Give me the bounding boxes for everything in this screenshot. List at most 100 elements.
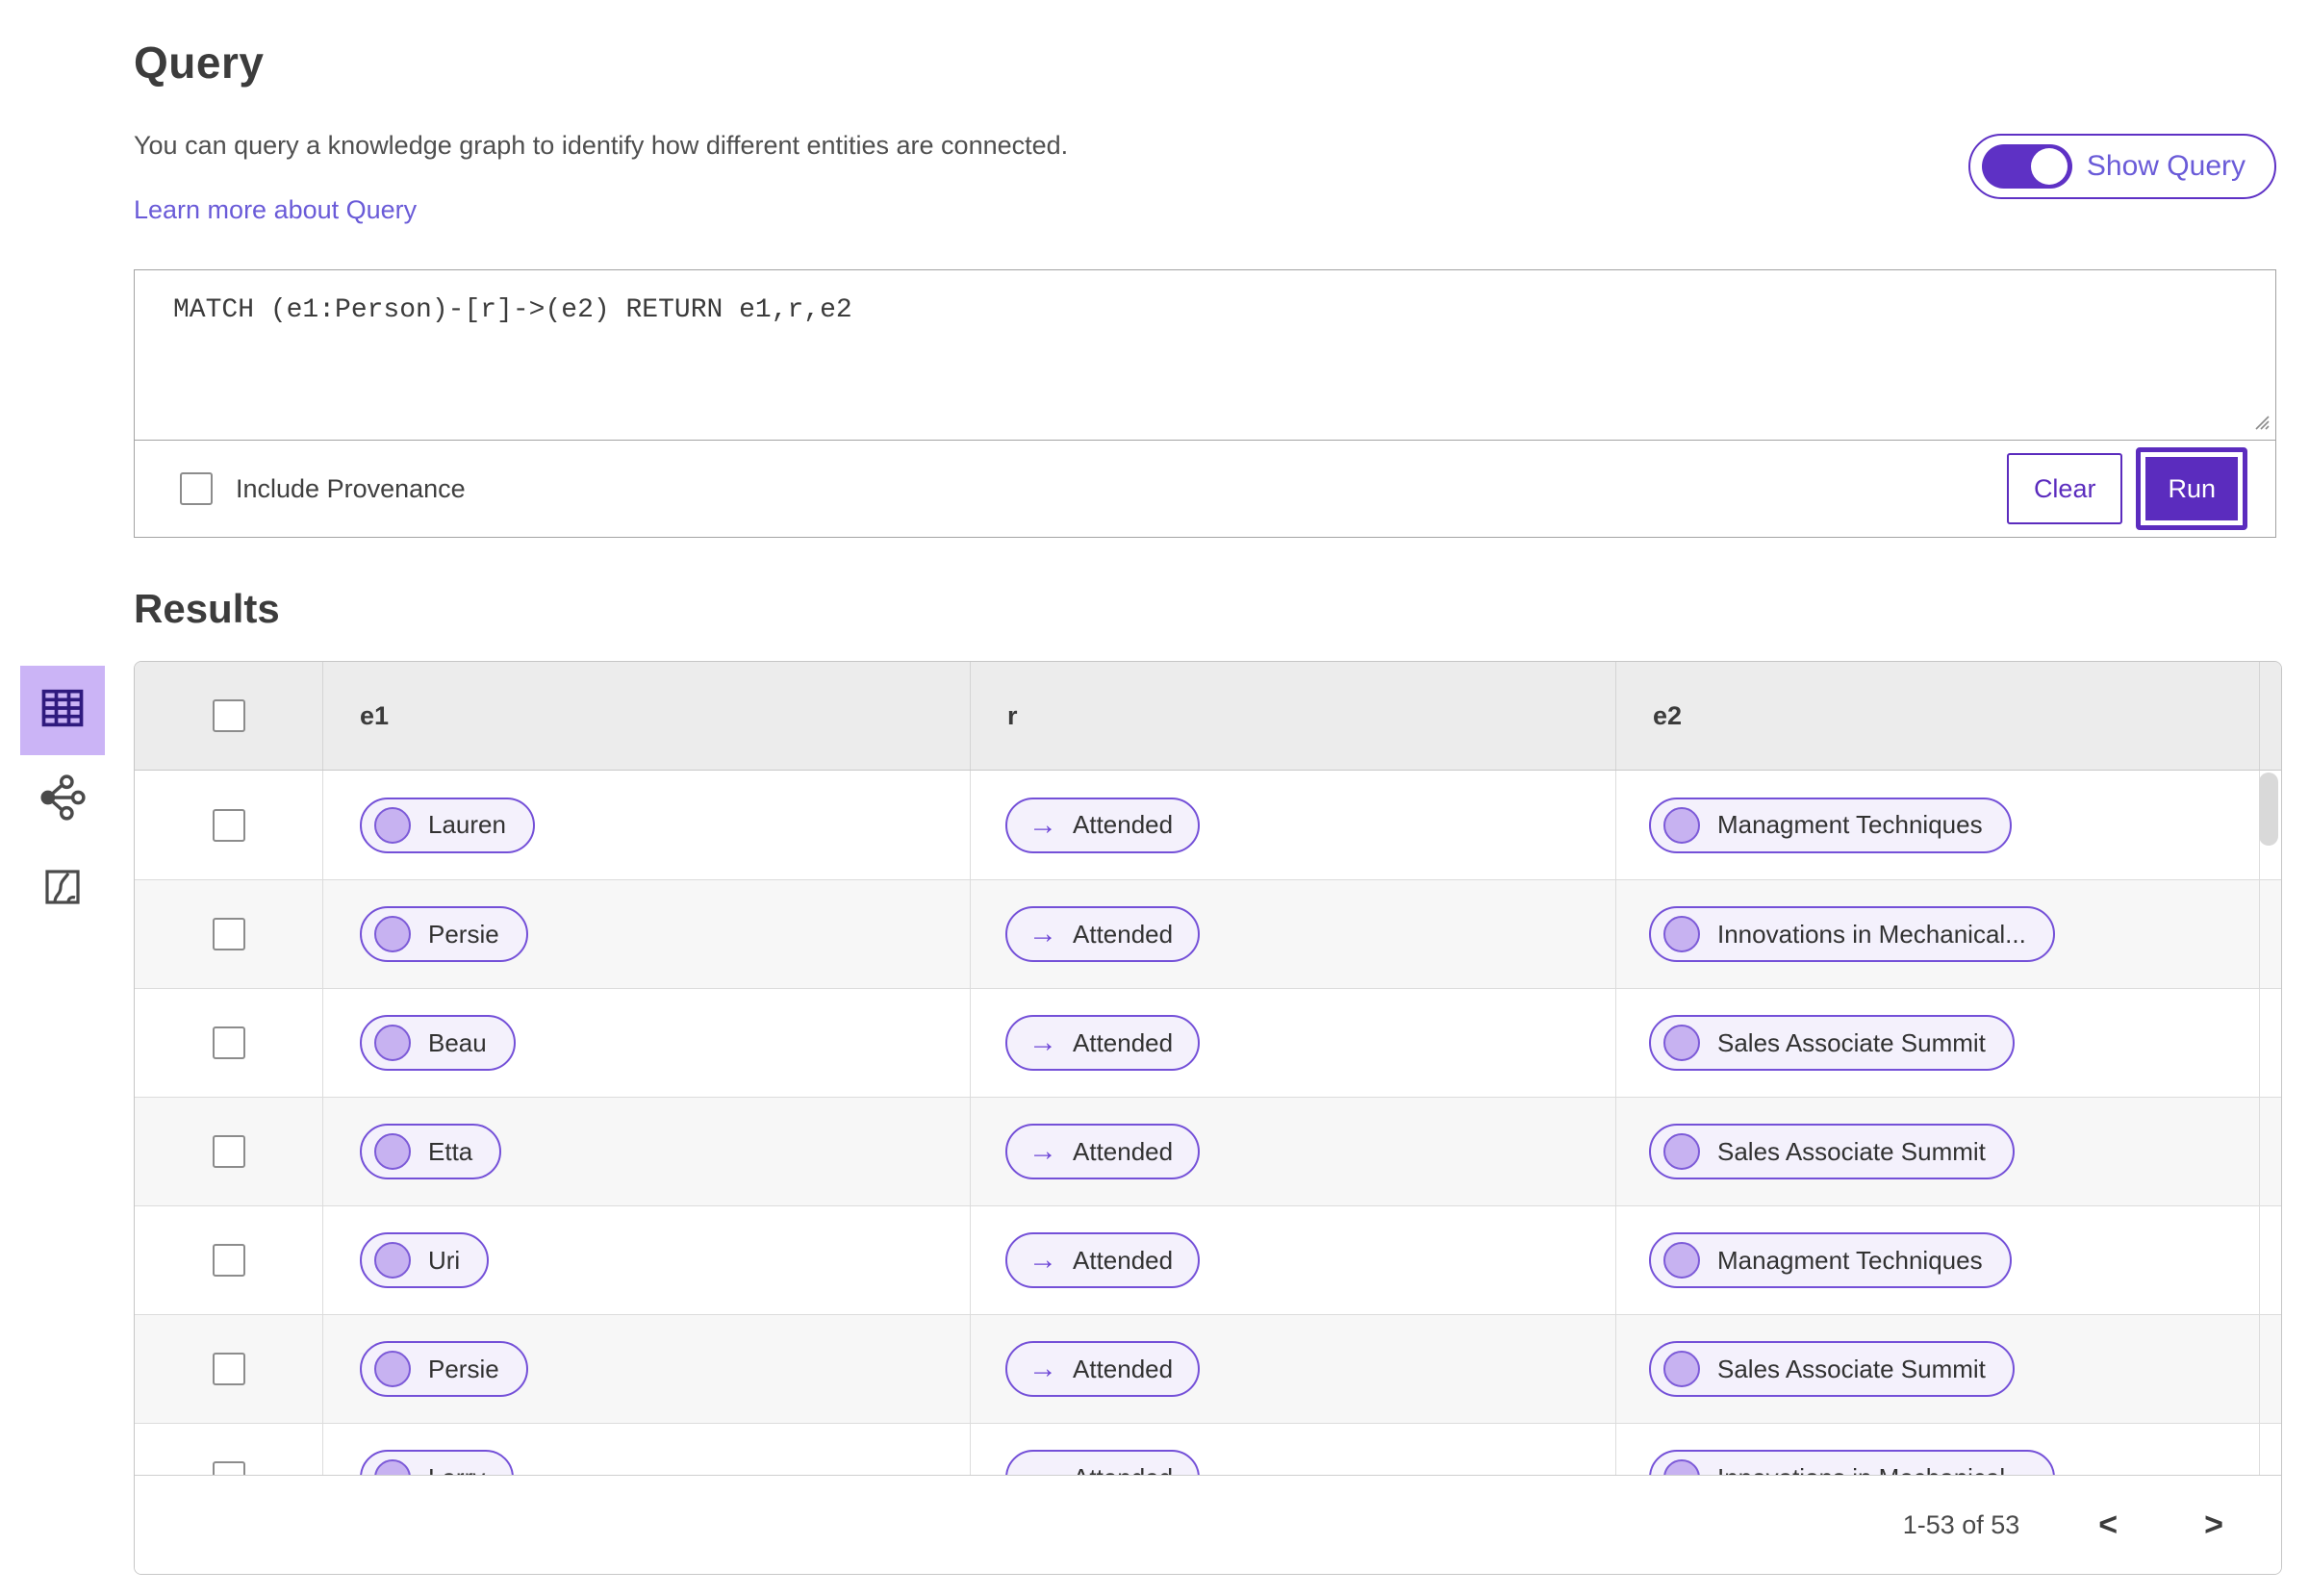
query-editor[interactable]: MATCH (e1:Person)-[r]->(e2) RETURN e1,r,… bbox=[135, 270, 2275, 440]
arrow-right-icon: → bbox=[1028, 808, 1057, 841]
toggle-knob bbox=[2030, 148, 2068, 185]
entity-pill-e1[interactable]: Persie bbox=[360, 906, 528, 962]
row-checkbox-cell bbox=[135, 1424, 322, 1475]
entity-pill-e1[interactable]: Persie bbox=[360, 1341, 528, 1397]
column-header-e1[interactable]: e1 bbox=[322, 662, 970, 770]
results-title: Results bbox=[134, 586, 280, 631]
row-checkbox-cell bbox=[135, 1098, 322, 1205]
row-checkbox-cell bbox=[135, 1315, 322, 1423]
include-provenance-label: Include Provenance bbox=[236, 473, 466, 503]
chart-view-icon bbox=[39, 864, 86, 915]
clear-button[interactable]: Clear bbox=[2006, 453, 2123, 524]
chevron-left-icon: < bbox=[2098, 1507, 2119, 1543]
cell-r: → Attended bbox=[970, 880, 1615, 988]
column-header-r[interactable]: r bbox=[970, 662, 1615, 770]
relation-pill[interactable]: → Attended bbox=[1005, 797, 1201, 853]
column-header-e2[interactable]: e2 bbox=[1615, 662, 2259, 770]
cell-r: → Attended bbox=[970, 1315, 1615, 1423]
entity-node-icon bbox=[374, 806, 411, 844]
toggle-switch-icon[interactable] bbox=[1981, 144, 2072, 189]
next-page-button[interactable]: > bbox=[2196, 1505, 2231, 1545]
entity-pill-e1[interactable]: Larry bbox=[360, 1450, 515, 1475]
page-title: Query bbox=[134, 38, 265, 88]
learn-more-link[interactable]: Learn more about Query bbox=[134, 195, 417, 225]
row-checkbox[interactable] bbox=[212, 1461, 245, 1475]
cell-e1: Etta bbox=[322, 1098, 970, 1205]
arrow-right-icon: → bbox=[1028, 1026, 1057, 1058]
entity-pill-e2[interactable]: Sales Associate Summit bbox=[1649, 1341, 2015, 1397]
query-page: Query Show Query You can query a knowled… bbox=[0, 0, 2309, 1596]
row-checkbox[interactable] bbox=[212, 808, 245, 842]
rail-item-chart-view[interactable] bbox=[20, 845, 105, 934]
table-row[interactable]: Beau → Attended Sales Associate Summit bbox=[135, 988, 2281, 1097]
vertical-scrollbar[interactable] bbox=[2259, 773, 2278, 846]
query-actions-bar: Include Provenance Clear Run bbox=[135, 440, 2275, 537]
entity-node-icon bbox=[1663, 806, 1700, 844]
cell-e1: Uri bbox=[322, 1206, 970, 1314]
show-query-toggle-label: Show Query bbox=[2086, 150, 2246, 182]
graph-view-icon bbox=[38, 773, 88, 827]
row-checkbox[interactable] bbox=[212, 1244, 245, 1277]
include-provenance-checkbox[interactable] bbox=[180, 472, 213, 505]
row-checkbox[interactable] bbox=[212, 918, 245, 950]
relation-pill[interactable]: → Attended bbox=[1005, 1341, 1201, 1397]
entity-pill-e2[interactable]: Innovations in Mechanical... bbox=[1649, 1450, 2055, 1475]
table-footer: 1-53 of 53 < > bbox=[135, 1475, 2281, 1574]
entity-pill-e2[interactable]: Managment Techniques bbox=[1649, 1232, 2012, 1288]
relation-pill[interactable]: → Attended bbox=[1005, 1232, 1201, 1288]
previous-page-button[interactable]: < bbox=[2091, 1505, 2125, 1545]
row-checkbox[interactable] bbox=[212, 1135, 245, 1168]
table-row[interactable]: Uri → Attended Managment Techniques bbox=[135, 1205, 2281, 1314]
cell-e1: Lauren bbox=[322, 771, 970, 879]
cell-r: → Attended bbox=[970, 1098, 1615, 1205]
entity-node-icon bbox=[1663, 1242, 1700, 1279]
row-checkbox-cell bbox=[135, 771, 322, 879]
entity-pill-e1[interactable]: Lauren bbox=[360, 797, 535, 853]
entity-node-icon bbox=[1663, 916, 1700, 952]
entity-pill-e1[interactable]: Uri bbox=[360, 1232, 490, 1288]
cell-r: → Attended bbox=[970, 989, 1615, 1097]
relation-pill[interactable]: → Attended bbox=[1005, 1124, 1201, 1179]
relation-pill[interactable]: → Attended bbox=[1005, 906, 1201, 962]
arrow-right-icon: → bbox=[1028, 1135, 1057, 1167]
row-checkbox[interactable] bbox=[212, 1026, 245, 1059]
entity-pill-e2[interactable]: Sales Associate Summit bbox=[1649, 1015, 2015, 1071]
pagination-range-label: 1-53 of 53 bbox=[1902, 1509, 2020, 1539]
cell-e1: Persie bbox=[322, 880, 970, 988]
select-all-checkbox[interactable] bbox=[212, 699, 245, 732]
entity-node-icon bbox=[1663, 1133, 1700, 1170]
cell-r: → Attended bbox=[970, 771, 1615, 879]
rail-item-graph-view[interactable] bbox=[20, 755, 105, 845]
rail-item-table-view[interactable] bbox=[20, 666, 105, 755]
header-gutter bbox=[2259, 662, 2281, 770]
entity-node-icon bbox=[374, 1133, 411, 1170]
run-button[interactable]: Run bbox=[2136, 447, 2247, 530]
table-row[interactable]: Persie → Attended Sales Associate Summit bbox=[135, 1314, 2281, 1423]
entity-node-icon bbox=[374, 1242, 411, 1279]
relation-pill[interactable]: → Attended bbox=[1005, 1450, 1201, 1475]
row-gutter bbox=[2259, 1315, 2281, 1423]
entity-pill-e1[interactable]: Etta bbox=[360, 1124, 502, 1179]
entity-node-icon bbox=[1663, 1025, 1700, 1061]
show-query-toggle[interactable]: Show Query bbox=[1967, 134, 2276, 199]
table-row[interactable]: Larry → Attended Innovations in Mechanic… bbox=[135, 1423, 2281, 1475]
resize-grip-icon[interactable] bbox=[2248, 409, 2270, 435]
main-content: Query Show Query You can query a knowled… bbox=[134, 0, 2282, 1575]
query-panel: MATCH (e1:Person)-[r]->(e2) RETURN e1,r,… bbox=[134, 269, 2276, 538]
relation-pill[interactable]: → Attended bbox=[1005, 1015, 1201, 1071]
cell-e2: Sales Associate Summit bbox=[1615, 1315, 2259, 1423]
row-checkbox[interactable] bbox=[212, 1353, 245, 1385]
table-row[interactable]: Etta → Attended Sales Associate Summit bbox=[135, 1097, 2281, 1205]
entity-pill-e1[interactable]: Beau bbox=[360, 1015, 516, 1071]
cell-e2: Innovations in Mechanical... bbox=[1615, 1424, 2259, 1475]
table-row[interactable]: Persie → Attended Innovations in Mechani… bbox=[135, 879, 2281, 988]
entity-pill-e2[interactable]: Managment Techniques bbox=[1649, 797, 2012, 853]
entity-pill-e2[interactable]: Sales Associate Summit bbox=[1649, 1124, 2015, 1179]
cell-e1: Persie bbox=[322, 1315, 970, 1423]
cell-e2: Innovations in Mechanical... bbox=[1615, 880, 2259, 988]
table-row[interactable]: Lauren → Attended Managment Techniques bbox=[135, 771, 2281, 879]
cell-e2: Sales Associate Summit bbox=[1615, 989, 2259, 1097]
entity-pill-e2[interactable]: Innovations in Mechanical... bbox=[1649, 906, 2055, 962]
row-gutter bbox=[2259, 1206, 2281, 1314]
query-text[interactable]: MATCH (e1:Person)-[r]->(e2) RETURN e1,r,… bbox=[173, 295, 2237, 325]
